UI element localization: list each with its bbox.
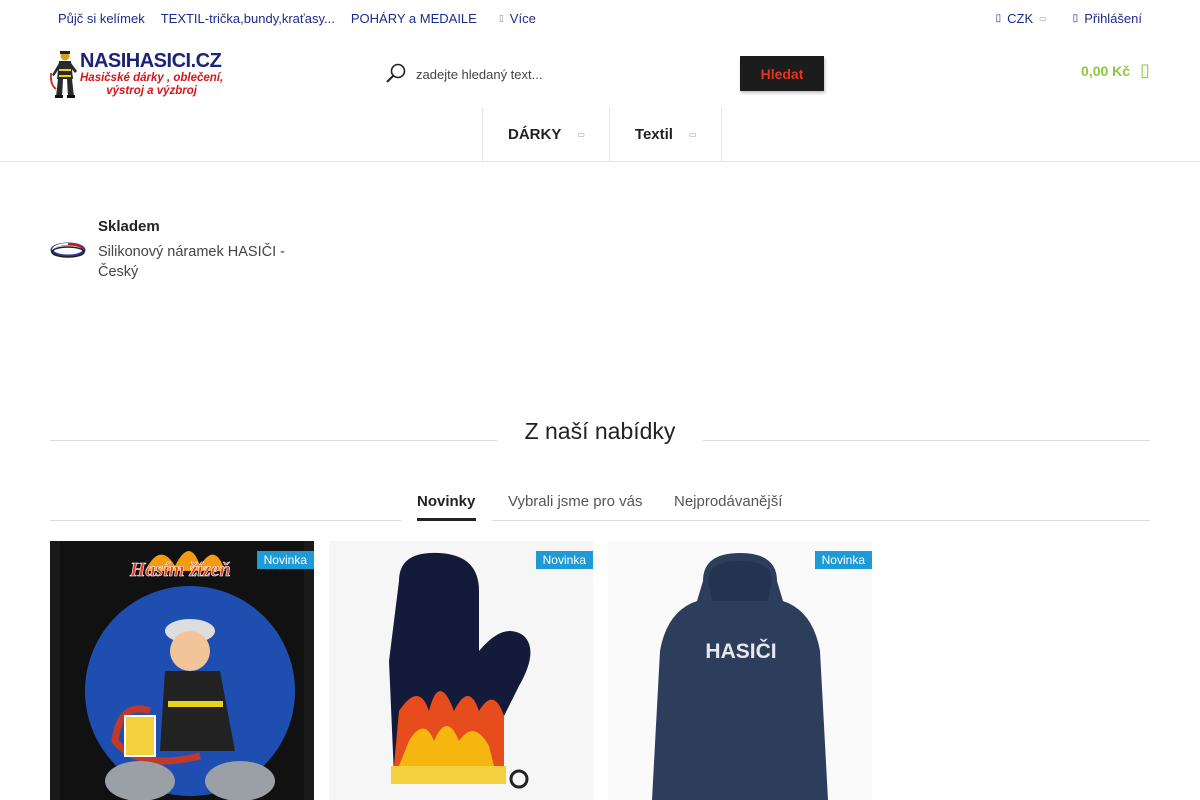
tab-picked-for-you[interactable]: Vybrali jsme pro vás	[508, 493, 643, 510]
shopping-bag-icon: ▯	[1140, 60, 1150, 80]
top-link-trophies[interactable]: POHÁRY a MEDAILE	[351, 11, 477, 26]
currency-label: CZK	[1007, 11, 1034, 26]
bracelet-thumbnail	[50, 242, 86, 258]
svg-text:Hasím žízeň: Hasím žízeň	[129, 559, 231, 581]
product-image-oven-mitt	[329, 541, 593, 800]
top-link-cup-rental[interactable]: Půjč si kelímek	[58, 11, 145, 26]
tabs-rule-left	[50, 520, 401, 521]
jacket-print: HASIČI	[705, 639, 776, 663]
top-bar: Půjč si kelímek TEXTIL-trička,bundy,krať…	[0, 0, 1200, 38]
top-right-controls: ▯ CZK ▭ ▯ Přihlášení	[996, 11, 1142, 26]
product-card[interactable]: Hasím žízeň Novinka	[50, 541, 314, 800]
search-input[interactable]	[416, 60, 736, 88]
active-tab-indicator	[417, 518, 476, 521]
nav-item-label: DÁRKY	[508, 126, 562, 143]
login-label: Přihlášení	[1084, 11, 1142, 26]
currency-icon: ▯	[995, 13, 1002, 24]
stock-status: Skladem	[98, 218, 160, 235]
nav-item-gifts[interactable]: DÁRKY ▭	[482, 108, 609, 161]
cart-total: 0,00 Kč	[1081, 62, 1131, 79]
tab-bestsellers[interactable]: Nejprodávanější	[674, 493, 782, 510]
new-badge: Novinka	[256, 551, 314, 569]
product-card[interactable]: HASIČI Novinka	[608, 541, 872, 800]
top-link-textile[interactable]: TEXTIL-trička,bundy,kraťasy...	[161, 11, 335, 26]
product-image-thirst-towel: Hasím žízeň	[50, 541, 314, 800]
logo-text: NASIHASICI.CZ Hasičské dárky , oblečení,…	[80, 50, 224, 97]
logo-brand: NASIHASICI.CZ	[80, 50, 222, 73]
chevron-down-icon: ▭	[688, 130, 697, 139]
search-bar: Hledat	[384, 56, 826, 92]
logo-tagline-2: výstroj a výzbroj	[106, 84, 197, 97]
offer-section-heading: Z naší nabídky	[50, 416, 1150, 456]
chevron-down-icon: ▭	[577, 130, 585, 139]
login-link[interactable]: ▯ Přihlášení	[1073, 11, 1142, 26]
tab-news[interactable]: Novinky	[417, 493, 475, 510]
logo-tagline-1: Hasičské dárky , oblečení,	[80, 72, 224, 85]
product-image-jacket: HASIČI	[608, 541, 872, 800]
site-logo[interactable]: NASIHASICI.CZ Hasičské dárky , oblečení,…	[50, 48, 226, 100]
new-badge: Novinka	[535, 551, 593, 569]
fireman-logo-icon	[50, 51, 77, 98]
more-label: Více	[509, 11, 536, 26]
nav-item-label: Textil	[634, 126, 673, 143]
nav-item-textile[interactable]: Textil ▭	[608, 108, 722, 161]
chevron-down-icon: ▭	[1039, 14, 1047, 23]
currency-selector[interactable]: ▯ CZK ▭	[996, 11, 1047, 26]
cart-button[interactable]: 0,00 Kč ▯	[1081, 60, 1150, 81]
more-menu-button[interactable]: ▯ Více	[499, 11, 536, 26]
search-button[interactable]: Hledat	[740, 56, 824, 91]
product-card[interactable]: Novinka	[329, 541, 593, 800]
user-icon: ▯	[1072, 13, 1079, 24]
top-links: Půjč si kelímek TEXTIL-trička,bundy,krať…	[58, 11, 536, 26]
more-icon: ▯	[498, 13, 504, 23]
search-icon	[386, 63, 406, 83]
stock-product-name[interactable]: Silikonový náramek HASIČI - Český	[98, 242, 328, 282]
tabs-rule-right	[492, 520, 1150, 521]
nav-divider	[0, 161, 1200, 162]
offer-title: Z naší nabídky	[524, 418, 676, 444]
product-tabs: Novinky Vybrali jsme pro vás Nejprodávan…	[50, 490, 1150, 522]
new-badge: Novinka	[814, 551, 872, 569]
main-nav: DÁRKY ▭ Textil ▭	[482, 108, 722, 161]
